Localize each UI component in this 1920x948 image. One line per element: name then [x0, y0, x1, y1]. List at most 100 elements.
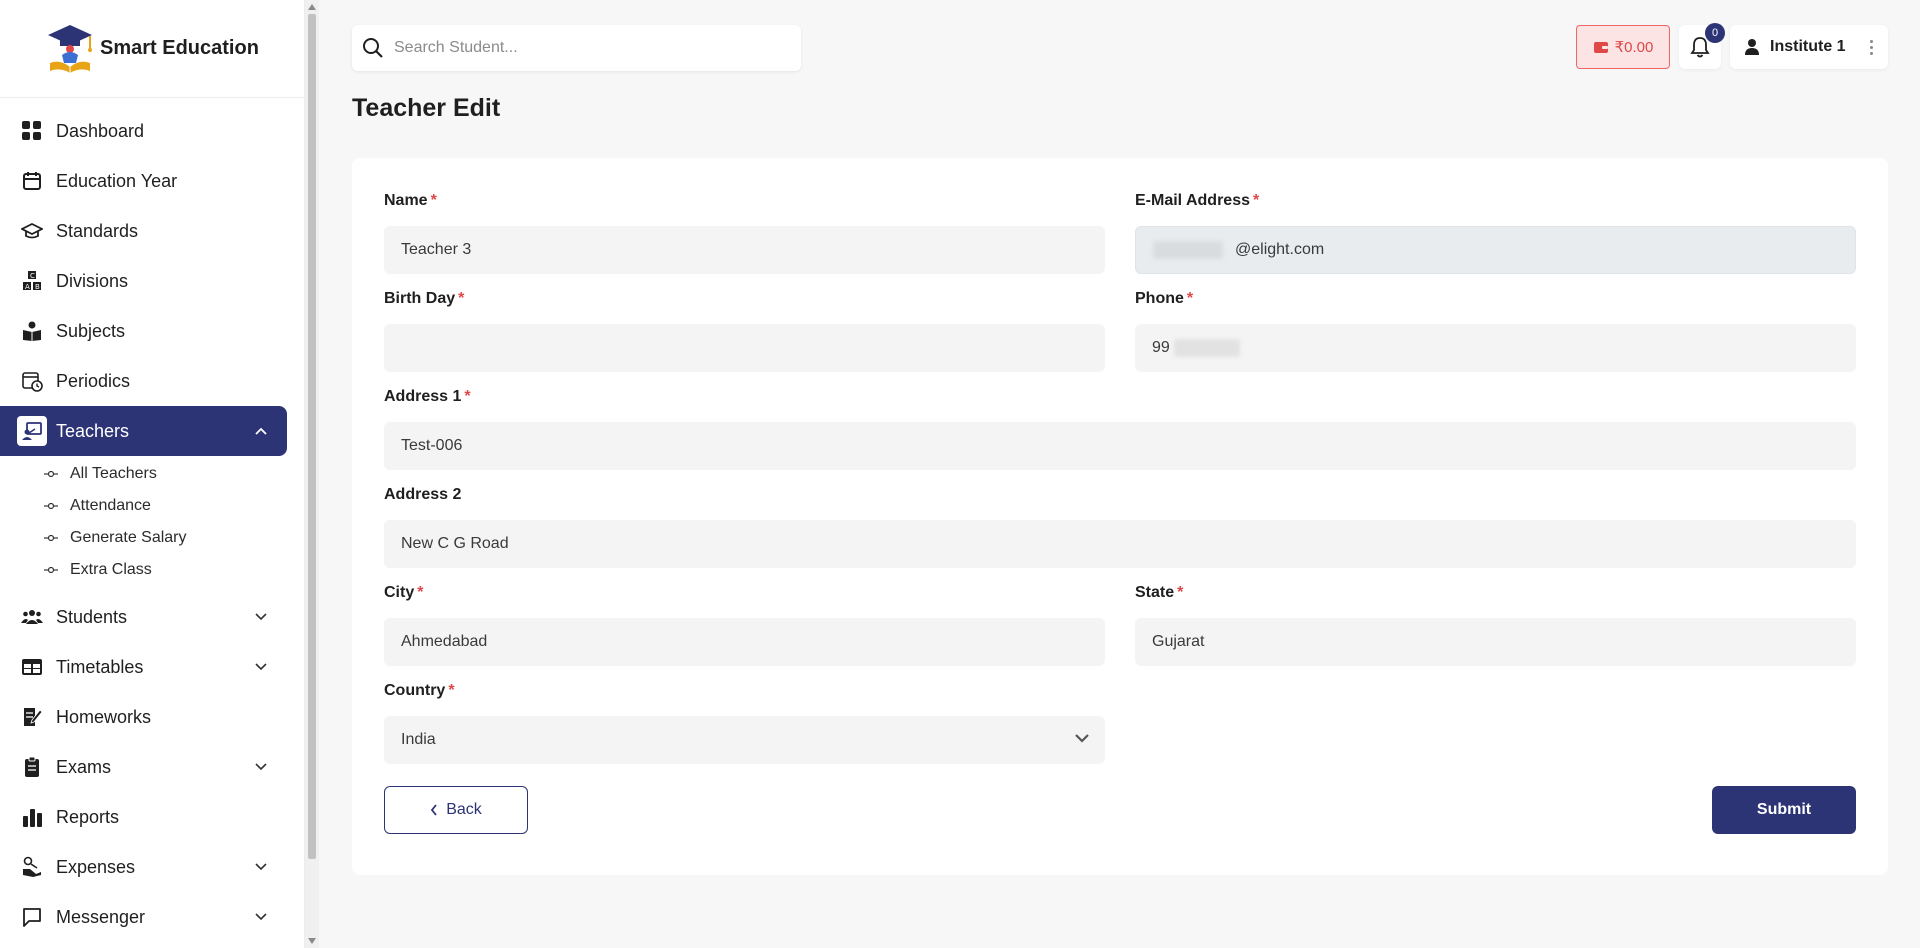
sidebar-scrollbar[interactable] — [305, 0, 319, 948]
email-field-group: E-Mail Address * @elight.com — [1135, 192, 1856, 274]
submenu-item-attendance[interactable]: Attendance — [44, 490, 304, 522]
phone-label: Phone * — [1135, 290, 1194, 307]
state-label: State * — [1135, 584, 1184, 601]
sidebar-item-label: Dashboard — [56, 120, 145, 141]
wallet-icon — [1593, 42, 1608, 53]
scroll-up-arrow-icon[interactable] — [308, 4, 316, 10]
sidebar-item-label: Expenses — [56, 856, 136, 877]
sidebar-item-students[interactable]: Students — [0, 592, 287, 642]
scrollbar-thumb[interactable] — [308, 14, 316, 859]
svg-text:C: C — [30, 272, 35, 280]
submenu-label: Attendance — [70, 497, 151, 514]
user-name: Institute 1 — [1770, 38, 1846, 55]
sidebar-item-exams[interactable]: Exams — [0, 742, 287, 792]
scroll-down-arrow-icon[interactable] — [308, 938, 316, 944]
chevron-down-icon — [253, 909, 269, 925]
sidebar-item-label: Education Year — [56, 170, 178, 191]
country-select[interactable]: India — [384, 716, 1105, 764]
birthday-label: Birth Day * — [384, 290, 465, 307]
birthday-input[interactable] — [384, 324, 1105, 372]
wallet-balance-button[interactable]: ₹0.00 — [1576, 25, 1670, 69]
sidebar-item-reports[interactable]: Reports — [0, 792, 287, 842]
address1-label: Address 1 * — [384, 388, 471, 405]
svg-text:A: A — [25, 283, 30, 291]
address2-field-group: Address 2 New C G Road — [384, 486, 1856, 568]
bullet-icon — [44, 470, 58, 478]
chevron-left-icon — [431, 804, 437, 816]
notebook-pen-icon — [17, 702, 47, 732]
submenu-label: Extra Class — [70, 561, 152, 578]
address1-input[interactable]: Test-006 — [384, 422, 1856, 470]
search-input[interactable] — [394, 39, 774, 57]
sidebar-item-label: Teachers — [56, 420, 130, 441]
teacher-board-icon — [17, 416, 47, 446]
teachers-submenu: All Teachers Attendance Generate Salary … — [0, 456, 304, 592]
submenu-item-generate-salary[interactable]: Generate Salary — [44, 522, 304, 554]
submenu-label: Generate Salary — [70, 529, 187, 546]
state-input[interactable]: Gujarat — [1135, 618, 1856, 666]
name-field-group: Name * Teacher 3 — [384, 192, 1105, 274]
chevron-down-icon — [253, 759, 269, 775]
state-field-group: State * Gujarat — [1135, 584, 1856, 666]
sidebar-item-standards[interactable]: Standards — [0, 206, 287, 256]
brand[interactable]: Smart Education — [0, 0, 304, 98]
teacher-edit-form: Name * Teacher 3 E-Mail Address * @elight.… — [352, 158, 1888, 875]
country-label: Country * — [384, 682, 455, 699]
bullet-icon — [44, 566, 58, 574]
back-button[interactable]: Back — [384, 786, 528, 834]
name-input[interactable]: Teacher 3 — [384, 226, 1105, 274]
city-label: City * — [384, 584, 424, 601]
svg-text:B: B — [35, 283, 40, 291]
phone-field-group: Phone * 99 — [1135, 290, 1856, 372]
sidebar-item-divisions[interactable]: CAB Divisions — [0, 256, 287, 306]
email-input: @elight.com — [1135, 226, 1856, 274]
sidebar: Smart Education Dashboard Education Year… — [0, 0, 305, 948]
sidebar-item-education-year[interactable]: Education Year — [0, 156, 287, 206]
sidebar-item-label: Exams — [56, 756, 112, 777]
address2-label: Address 2 — [384, 486, 462, 503]
chevron-down-icon — [253, 659, 269, 675]
more-vertical-icon[interactable] — [1862, 39, 1880, 55]
sidebar-nav: Dashboard Education Year Standards CAB D… — [0, 98, 304, 942]
user-menu[interactable]: Institute 1 — [1730, 25, 1888, 69]
calendar-icon — [17, 166, 47, 196]
chevron-down-icon — [253, 609, 269, 625]
notification-count-badge: 0 — [1705, 23, 1725, 43]
sidebar-item-subjects[interactable]: Subjects — [0, 306, 287, 356]
hand-coins-icon — [17, 852, 47, 882]
bar-chart-icon — [17, 802, 47, 832]
city-input[interactable]: Ahmedabad — [384, 618, 1105, 666]
search-bar — [352, 25, 801, 71]
search-icon — [363, 38, 383, 58]
sidebar-item-timetables[interactable]: Timetables — [0, 642, 287, 692]
sidebar-item-expenses[interactable]: Expenses — [0, 842, 287, 892]
wallet-amount: ₹0.00 — [1614, 39, 1654, 56]
sidebar-item-label: Divisions — [56, 270, 129, 291]
submenu-item-all-teachers[interactable]: All Teachers — [44, 458, 304, 490]
sidebar-item-label: Reports — [56, 806, 120, 827]
sidebar-item-periodics[interactable]: Periodics — [0, 356, 287, 406]
name-label: Name * — [384, 192, 437, 209]
sidebar-item-homeworks[interactable]: Homeworks — [0, 692, 287, 742]
graduation-cap-logo — [48, 24, 92, 73]
submit-button[interactable]: Submit — [1712, 786, 1856, 834]
address1-field-group: Address 1 * Test-006 — [384, 388, 1856, 470]
sidebar-item-messenger[interactable]: Messenger — [0, 892, 287, 942]
chevron-down-icon — [253, 859, 269, 875]
bullet-icon — [44, 534, 58, 542]
user-icon — [1745, 39, 1759, 55]
bullet-icon — [44, 502, 58, 510]
calendar-clock-icon — [17, 366, 47, 396]
email-label: E-Mail Address * — [1135, 192, 1260, 209]
sidebar-item-dashboard[interactable]: Dashboard — [0, 106, 287, 156]
sidebar-item-label: Subjects — [56, 320, 126, 341]
sidebar-item-label: Periodics — [56, 370, 131, 391]
submenu-label: All Teachers — [70, 465, 157, 482]
phone-input[interactable]: 99 — [1135, 324, 1856, 372]
chevron-up-icon — [253, 423, 269, 439]
sidebar-item-teachers[interactable]: Teachers — [0, 406, 287, 456]
sidebar-item-label: Timetables — [56, 656, 144, 677]
address2-input[interactable]: New C G Road — [384, 520, 1856, 568]
submenu-item-extra-class[interactable]: Extra Class — [44, 554, 304, 586]
mortarboard-icon — [17, 216, 47, 246]
